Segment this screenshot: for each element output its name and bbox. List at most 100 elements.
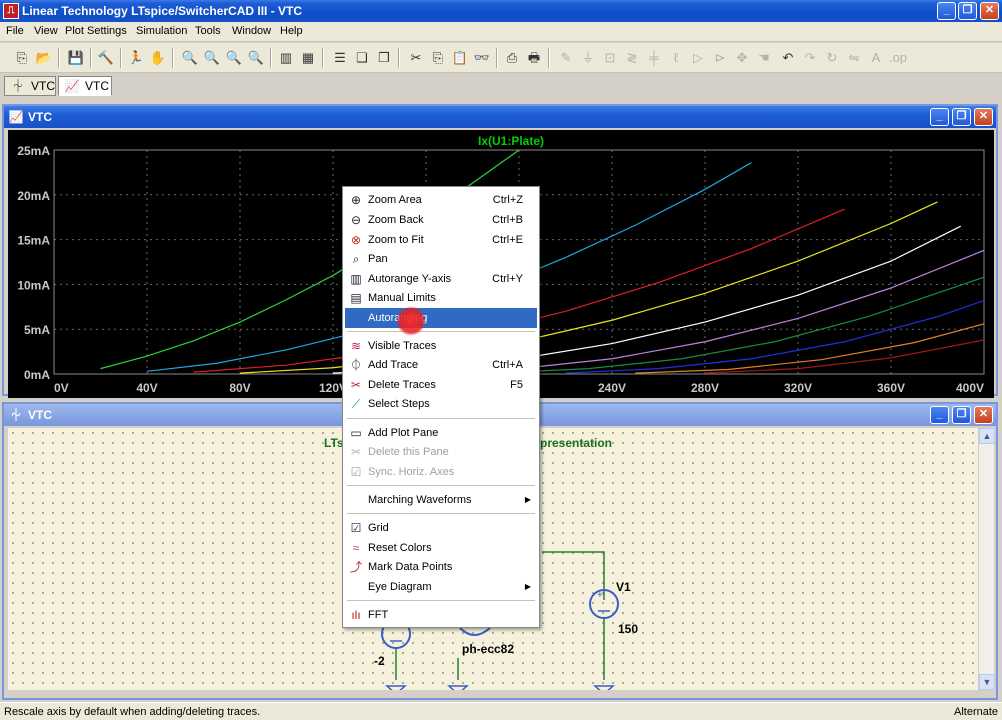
- rotate-icon[interactable]: ↻: [822, 48, 842, 68]
- schematic-minimize-button[interactable]: _: [930, 406, 949, 424]
- x-tick-label: 240V: [598, 381, 626, 395]
- menu-help[interactable]: Help: [280, 25, 303, 37]
- run-icon[interactable]: 🏃: [126, 48, 146, 68]
- status-mode: Alternate: [954, 706, 999, 718]
- tube-model-label[interactable]: ph-ecc82: [462, 642, 514, 656]
- scroll-up-icon[interactable]: ▲: [979, 428, 995, 444]
- menu-simulation[interactable]: Simulation: [136, 25, 187, 37]
- tile-vertical-icon[interactable]: ❐: [374, 48, 394, 68]
- toolbar-separator: [548, 48, 550, 68]
- scroll-down-icon[interactable]: ▼: [979, 674, 995, 690]
- undo-icon[interactable]: ↶: [778, 48, 798, 68]
- cut-icon[interactable]: ✂: [406, 48, 426, 68]
- menu-view[interactable]: View: [34, 25, 58, 37]
- menu-item-autorange-y[interactable]: ▥ Autorange Y-axis Ctrl+Y: [345, 269, 537, 289]
- pan-icon: ⌕: [352, 252, 360, 266]
- ltspice-logo-icon[interactable]: ⎍: [3, 3, 19, 19]
- fft-icon: ılı: [351, 608, 361, 622]
- diode-icon[interactable]: ▷: [688, 48, 708, 68]
- menu-item-zoom-to-fit[interactable]: ⊗ Zoom to Fit Ctrl+E: [345, 230, 537, 250]
- text-icon[interactable]: A: [866, 48, 886, 68]
- component-icon[interactable]: ⊳: [710, 48, 730, 68]
- v1-label[interactable]: V1: [616, 580, 631, 594]
- menu-item-visible-traces[interactable]: ≋ Visible Traces: [345, 336, 537, 356]
- capacitor-icon[interactable]: ╪: [644, 48, 664, 68]
- halt-icon[interactable]: ✋: [148, 48, 168, 68]
- schematic-scrollbar[interactable]: ▲ ▼: [978, 428, 995, 690]
- menu-plot-settings[interactable]: Plot Settings: [65, 25, 127, 37]
- menu-item-eye-diagram[interactable]: Eye Diagram ▶: [345, 577, 537, 597]
- menu-bar: File View Plot Settings Simulation Tools…: [0, 22, 1002, 42]
- menu-file[interactable]: File: [6, 25, 24, 37]
- waveform-window-titlebar[interactable]: 📈 VTC _ ❐ ✕: [4, 106, 996, 128]
- cascade-icon[interactable]: ❏: [352, 48, 372, 68]
- redo-icon[interactable]: ↷: [800, 48, 820, 68]
- zoom-pan-icon[interactable]: 🔍: [202, 48, 222, 68]
- drag-hand-icon[interactable]: ☚: [754, 48, 774, 68]
- trace-title[interactable]: Ix(U1:Plate): [478, 134, 544, 148]
- schematic-close-button[interactable]: ✕: [974, 406, 993, 424]
- v1-value[interactable]: 150: [618, 622, 638, 636]
- reset-colors-icon: ≈: [352, 541, 360, 555]
- print-setup-icon[interactable]: ⎙: [502, 48, 522, 68]
- zoom-out-icon[interactable]: 🔍: [224, 48, 244, 68]
- menu-item-grid[interactable]: ☑ Grid: [345, 518, 537, 538]
- minimize-button[interactable]: _: [937, 2, 956, 20]
- spice-directive-icon[interactable]: .op: [888, 48, 908, 68]
- autorange-icon[interactable]: ▥: [276, 48, 296, 68]
- close-button[interactable]: ✕: [980, 2, 999, 20]
- menu-item-zoom-area[interactable]: ⊕ Zoom Area Ctrl+Z: [345, 190, 537, 210]
- resistor-icon[interactable]: ≷: [622, 48, 642, 68]
- control-panel-icon[interactable]: 🔨: [96, 48, 116, 68]
- menu-item-add-trace[interactable]: ⏀ Add Trace Ctrl+A: [345, 355, 537, 375]
- zoom-fit-icon[interactable]: 🔍: [246, 48, 266, 68]
- mirror-icon[interactable]: ⇋: [844, 48, 864, 68]
- menu-item-manual-limits[interactable]: ▤ Manual Limits: [345, 288, 537, 308]
- tab-schematic[interactable]: ⏆ VTC: [4, 76, 56, 96]
- copy-icon[interactable]: ⎘: [428, 48, 448, 68]
- schematic-maximize-button[interactable]: ❐: [952, 406, 971, 424]
- menu-item-pan[interactable]: ⌕ Pan: [345, 249, 537, 269]
- plot-minimize-button[interactable]: _: [930, 108, 949, 126]
- waveform-icon: 📈: [8, 110, 24, 124]
- menu-item-zoom-back[interactable]: ⊖ Zoom Back Ctrl+B: [345, 210, 537, 230]
- x-tick-label: 360V: [877, 381, 905, 395]
- plot-maximize-button[interactable]: ❐: [952, 108, 971, 126]
- menu-window[interactable]: Window: [232, 25, 271, 37]
- print-icon[interactable]: 🖶: [524, 48, 544, 68]
- paste-icon[interactable]: 📋: [450, 48, 470, 68]
- menu-item-select-steps[interactable]: ⟋ Select Steps: [345, 394, 537, 414]
- toolbar-separator: [58, 48, 60, 68]
- menu-item-marching-waveforms[interactable]: Marching Waveforms ▶: [345, 490, 537, 510]
- v2-value[interactable]: -2: [374, 654, 385, 668]
- toolbar: ⎘ 📂 💾 🔨 🏃 ✋ 🔍 🔍 🔍 🔍 ▥ ▦ ☰ ❏ ❐ ✂ ⎘ 📋 👓 ⎙ …: [0, 43, 1002, 73]
- menu-item-delete-traces[interactable]: ✂ Delete Traces F5: [345, 375, 537, 395]
- maximize-button[interactable]: ❐: [958, 2, 977, 20]
- menu-item-add-plot-pane[interactable]: ▭ Add Plot Pane: [345, 423, 537, 443]
- inductor-icon[interactable]: ℓ: [666, 48, 686, 68]
- save-icon[interactable]: 💾: [66, 48, 86, 68]
- ground-icon[interactable]: ⏚: [578, 48, 598, 68]
- menu-item-autoranging[interactable]: Autoranging: [345, 308, 537, 328]
- menu-item-delete-pane[interactable]: ✂ Delete this Pane: [345, 442, 537, 462]
- tile-horizontal-icon[interactable]: ☰: [330, 48, 350, 68]
- y-tick-label: 0mA: [24, 368, 50, 382]
- new-schematic-icon[interactable]: ⎘: [12, 48, 32, 68]
- open-file-icon[interactable]: 📂: [34, 48, 54, 68]
- zoom-in-icon[interactable]: 🔍: [180, 48, 200, 68]
- menu-item-fft[interactable]: ılı FFT: [345, 605, 537, 625]
- wire-icon[interactable]: ✎: [556, 48, 576, 68]
- autorange-icon: ▥: [350, 272, 362, 286]
- tab-waveform[interactable]: 📈 VTC: [58, 76, 112, 96]
- menu-item-mark-data-points[interactable]: ⤴ Mark Data Points: [345, 557, 537, 577]
- label-net-icon[interactable]: ⊡: [600, 48, 620, 68]
- find-icon[interactable]: 👓: [472, 48, 492, 68]
- move-icon[interactable]: ✥: [732, 48, 752, 68]
- ground-symbol: [385, 685, 407, 690]
- pick-traces-icon[interactable]: ▦: [298, 48, 318, 68]
- menu-item-sync-horiz-axes[interactable]: ☑ Sync. Horiz. Axes: [345, 462, 537, 482]
- menu-item-reset-colors[interactable]: ≈ Reset Colors: [345, 538, 537, 558]
- plot-close-button[interactable]: ✕: [974, 108, 993, 126]
- menu-tools[interactable]: Tools: [195, 25, 221, 37]
- menu-separator: [347, 485, 535, 486]
